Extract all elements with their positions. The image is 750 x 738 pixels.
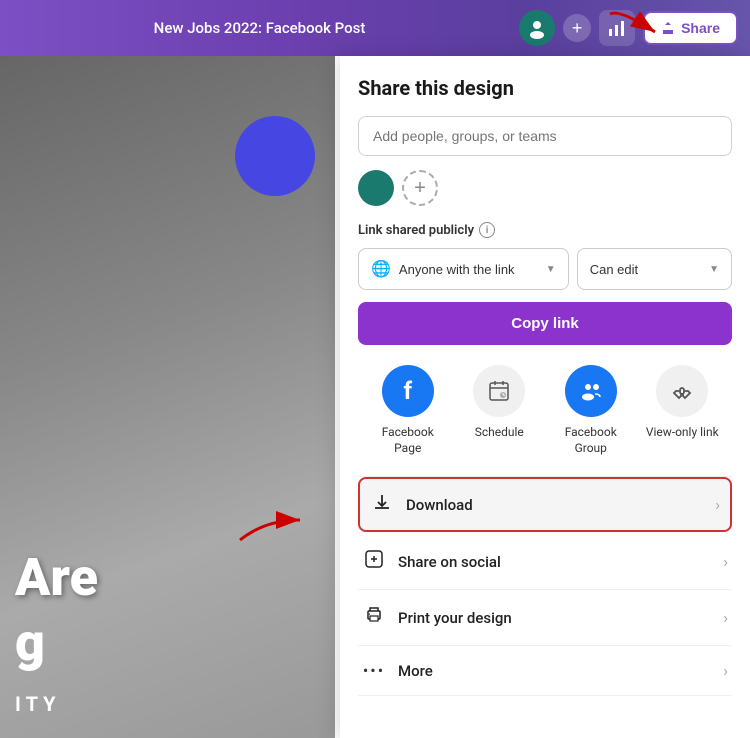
share-option-facebook-page-label: Facebook Page xyxy=(368,425,448,456)
action-item-more[interactable]: ••• More › xyxy=(358,646,732,696)
link-shared-label: Link shared publicly i xyxy=(358,222,732,238)
print-icon xyxy=(362,605,386,630)
action-item-download-label: Download xyxy=(406,496,473,514)
canvas-area: Are g ITY xyxy=(0,56,335,738)
chevron-down-icon: ▼ xyxy=(546,264,556,275)
action-item-print-label: Print your design xyxy=(398,609,512,627)
canvas-text-g: g xyxy=(15,612,45,673)
avatar-row: + xyxy=(358,170,732,206)
globe-icon: 🌐 xyxy=(371,259,391,279)
add-avatar-button[interactable]: + xyxy=(402,170,438,206)
chevron-right-more-icon: › xyxy=(723,661,728,680)
share-option-schedule[interactable]: Schedule xyxy=(459,365,539,456)
share-option-facebook-group[interactable]: Facebook Group xyxy=(551,365,631,456)
download-icon xyxy=(370,492,394,517)
action-item-more-label: More xyxy=(398,662,433,680)
permission-option: Can edit xyxy=(590,262,638,277)
facebook-page-icon: f xyxy=(382,365,434,417)
user-avatar xyxy=(358,170,394,206)
canvas-text-are: Are xyxy=(15,547,98,608)
link-dropdowns: 🌐 Anyone with the link ▼ Can edit ▼ xyxy=(358,248,732,290)
share-button-label: Share xyxy=(681,20,720,36)
share-arrow-indicator xyxy=(600,4,680,64)
action-item-share-social-label: Share on social xyxy=(398,553,501,571)
share-options-grid: f Facebook Page Schedule xyxy=(358,365,732,456)
facebook-group-icon xyxy=(565,365,617,417)
permission-dropdown[interactable]: Can edit ▼ xyxy=(577,248,732,290)
share-option-facebook-group-label: Facebook Group xyxy=(551,425,631,456)
share-option-view-only-link[interactable]: View-only link xyxy=(642,365,722,456)
copy-link-button[interactable]: Copy link xyxy=(358,302,732,345)
action-item-download[interactable]: Download › xyxy=(358,477,732,532)
schedule-icon xyxy=(473,365,525,417)
download-arrow-indicator xyxy=(225,490,325,550)
chevron-down-icon-2: ▼ xyxy=(709,264,719,275)
link-access-option: Anyone with the link xyxy=(399,262,515,277)
add-collaborator-button[interactable]: + xyxy=(563,14,591,42)
chevron-right-print-icon: › xyxy=(723,608,728,627)
action-item-share-social[interactable]: Share on social › xyxy=(358,534,732,590)
topbar-title: New Jobs 2022: Facebook Post xyxy=(0,19,519,37)
info-icon: i xyxy=(479,222,495,238)
chevron-right-social-icon: › xyxy=(723,552,728,571)
add-people-input[interactable] xyxy=(358,116,732,156)
action-item-print[interactable]: Print your design › xyxy=(358,590,732,646)
share-option-schedule-label: Schedule xyxy=(475,425,524,441)
canvas-text-ity: ITY xyxy=(15,692,61,716)
avatar xyxy=(519,10,555,46)
action-list: Download › Share on social › xyxy=(358,476,732,696)
share-panel-title: Share this design xyxy=(358,76,732,100)
canvas-inner: Are g ITY xyxy=(0,56,335,738)
more-icon: ••• xyxy=(362,661,386,680)
share-social-icon xyxy=(362,549,386,574)
chevron-right-download-icon: › xyxy=(715,495,720,514)
share-panel-inner: Share this design + Link shared publicly… xyxy=(340,56,750,716)
canvas-circle xyxy=(235,116,315,196)
share-option-facebook-page[interactable]: f Facebook Page xyxy=(368,365,448,456)
share-panel: Share this design + Link shared publicly… xyxy=(340,56,750,738)
link-access-dropdown[interactable]: 🌐 Anyone with the link ▼ xyxy=(358,248,569,290)
share-option-view-only-label: View-only link xyxy=(646,425,719,441)
view-only-link-icon xyxy=(656,365,708,417)
